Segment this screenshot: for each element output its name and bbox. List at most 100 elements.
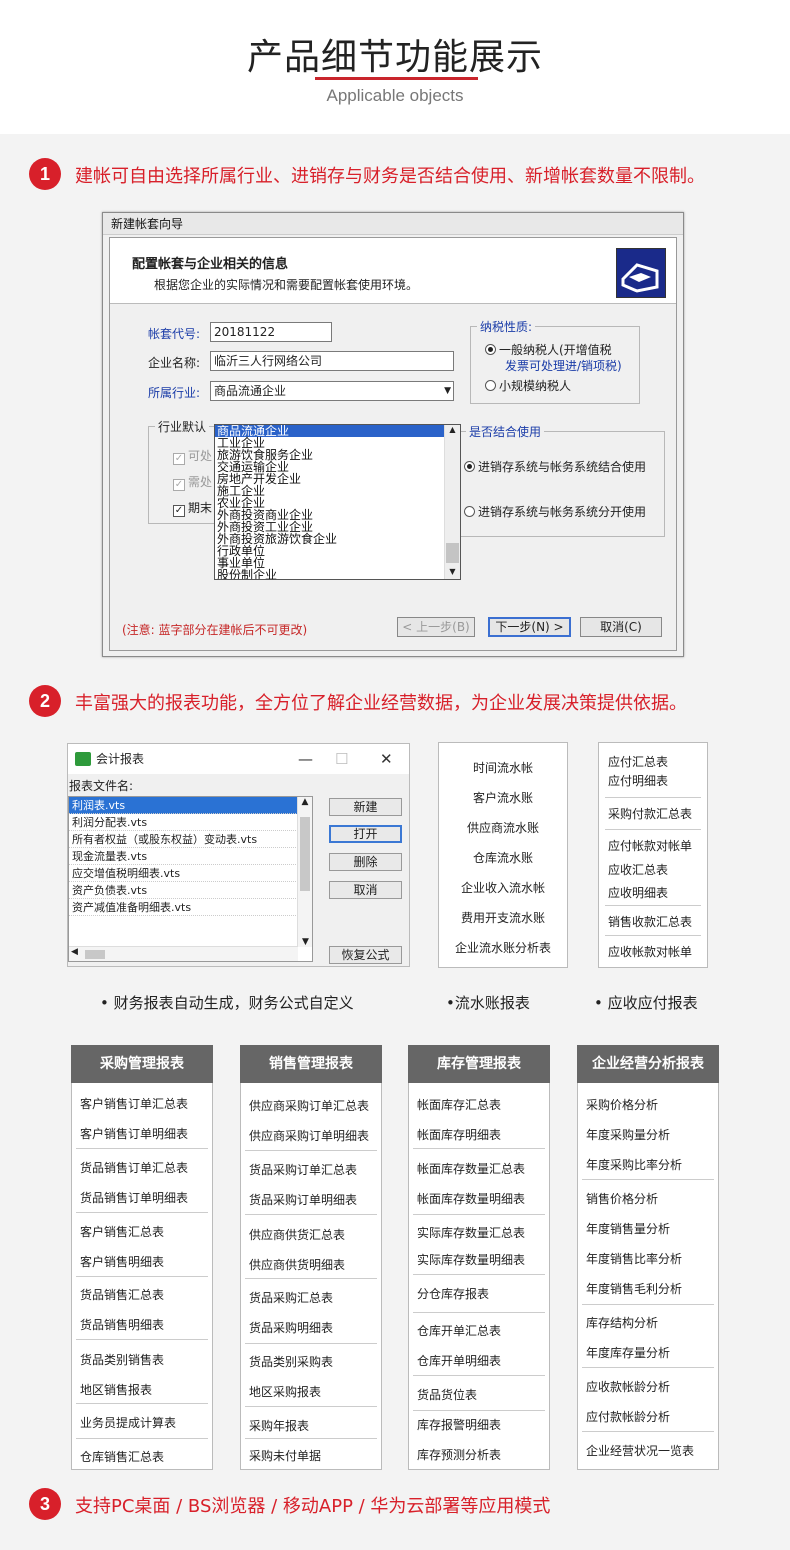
report-item[interactable]: 货品类别采购表 (249, 1353, 333, 1370)
scroll-up-icon[interactable]: ▲ (445, 425, 460, 437)
report-file-list[interactable]: 利润表.vts 利润分配表.vts 所有者权益（或股东权益）变动表.vts 现金流量表… (68, 796, 313, 962)
report-item[interactable]: 年度销售毛利分析 (586, 1280, 682, 1297)
report-item[interactable]: 仓库开单明细表 (417, 1352, 501, 1369)
report-item[interactable]: 货品货位表 (417, 1386, 477, 1403)
report-item[interactable]: 供应商供货汇总表 (249, 1226, 345, 1243)
report-item[interactable]: 库存报警明细表 (417, 1416, 501, 1433)
combine-off-radio[interactable]: 进销存系统与帐务系统分开使用 (464, 503, 646, 520)
open-button[interactable]: 打开 (329, 825, 402, 843)
report-item[interactable]: 业务员提成计算表 (80, 1414, 176, 1431)
report-item[interactable]: 帐面库存数量汇总表 (417, 1160, 525, 1177)
report-file-item[interactable]: 应交增值税明细表.vts (69, 865, 312, 882)
option-1-checkbox[interactable]: ✓ 可处 (173, 447, 212, 465)
report-item[interactable]: 货品采购订单明细表 (249, 1191, 357, 1208)
delete-button[interactable]: 删除 (329, 853, 402, 871)
report-item[interactable]: 应付款帐龄分析 (586, 1408, 670, 1425)
tax-small-radio[interactable]: 小规模纳税人 (485, 377, 571, 394)
report-item[interactable]: 实际库存数量汇总表 (417, 1224, 525, 1241)
report-item[interactable]: 客户销售明细表 (80, 1253, 164, 1270)
report-file-item[interactable]: 资产负债表.vts (69, 882, 312, 899)
report-item[interactable]: 货品类别销售表 (80, 1351, 164, 1368)
horizontal-scrollbar[interactable]: ◀ (69, 946, 298, 961)
scroll-down-icon[interactable]: ▼ (445, 567, 460, 579)
report-item[interactable]: 供应商供货明细表 (249, 1256, 345, 1273)
industry-option[interactable]: 股份制企业 (215, 569, 460, 579)
report-item[interactable]: 年度采购比率分析 (586, 1156, 682, 1173)
option-2-checkbox[interactable]: ✓ 需处 (173, 473, 212, 491)
ar-ap-report-item[interactable]: 应付帐款对帐单 (599, 837, 707, 854)
report-item[interactable]: 货品销售订单汇总表 (80, 1159, 188, 1176)
industry-select[interactable]: 商品流通企业 ▼ (210, 381, 454, 401)
report-file-item[interactable]: 资产减值准备明细表.vts (69, 899, 312, 916)
report-item[interactable]: 仓库开单汇总表 (417, 1322, 501, 1339)
report-file-item[interactable]: 利润表.vts (69, 797, 312, 814)
code-input[interactable]: 20181122 (210, 322, 332, 342)
report-item[interactable]: 帐面库存汇总表 (417, 1096, 501, 1113)
ar-ap-report-item[interactable]: 应收明细表 (599, 884, 707, 901)
scrollbar[interactable]: ▲ ▼ (297, 797, 312, 947)
report-item[interactable]: 供应商采购订单明细表 (249, 1127, 369, 1144)
scroll-thumb[interactable] (85, 950, 105, 959)
journal-report-item[interactable]: 时间流水帐 (439, 759, 567, 776)
ar-ap-report-item[interactable]: 应收帐款对帐单 (599, 943, 707, 960)
scroll-down-icon[interactable]: ▼ (298, 937, 312, 947)
report-item[interactable]: 货品销售明细表 (80, 1316, 164, 1333)
report-item[interactable]: 库存结构分析 (586, 1314, 658, 1331)
ar-ap-report-item[interactable]: 应付明细表 (599, 772, 707, 789)
journal-report-item[interactable]: 企业收入流水帐 (439, 879, 567, 896)
report-item[interactable]: 采购价格分析 (586, 1096, 658, 1113)
report-item[interactable]: 应收款帐龄分析 (586, 1378, 670, 1395)
report-item[interactable]: 销售价格分析 (586, 1190, 658, 1207)
report-item[interactable]: 地区销售报表 (80, 1381, 152, 1398)
report-item[interactable]: 客户销售汇总表 (80, 1223, 164, 1240)
report-item[interactable]: 年度销售量分析 (586, 1220, 670, 1237)
scroll-up-icon[interactable]: ▲ (298, 797, 312, 807)
minimize-icon[interactable]: — (298, 744, 313, 774)
report-item[interactable]: 货品采购汇总表 (249, 1289, 333, 1306)
option-3-checkbox[interactable]: ✓ 期末 (173, 499, 212, 517)
journal-report-item[interactable]: 费用开支流水账 (439, 909, 567, 926)
industry-dropdown-list[interactable]: 商品流通企业 工业企业 旅游饮食服务企业 交通运输企业 房地产开发企业 施工企业 农业企业外… (214, 424, 461, 580)
report-item[interactable]: 地区采购报表 (249, 1383, 321, 1400)
report-file-item[interactable]: 现金流量表.vts (69, 848, 312, 865)
report-item[interactable]: 年度销售比率分析 (586, 1250, 682, 1267)
maximize-icon[interactable]: ☐ (335, 744, 348, 774)
report-item[interactable]: 分仓库存报表 (417, 1285, 489, 1302)
ar-ap-report-item[interactable]: 销售收款汇总表 (599, 913, 707, 930)
ar-ap-report-item[interactable]: 应付汇总表 (599, 753, 707, 770)
journal-report-item[interactable]: 仓库流水账 (439, 849, 567, 866)
combine-on-radio[interactable]: 进销存系统与帐务系统结合使用 (464, 458, 646, 475)
cancel-button[interactable]: 取消(C) (580, 617, 662, 637)
cancel-button[interactable]: 取消 (329, 881, 402, 899)
report-item[interactable]: 供应商采购订单汇总表 (249, 1097, 369, 1114)
ar-ap-report-item[interactable]: 采购付款汇总表 (599, 805, 707, 822)
report-file-item[interactable]: 所有者权益（或股东权益）变动表.vts (69, 831, 312, 848)
report-item[interactable]: 实际库存数量明细表 (417, 1251, 525, 1268)
restore-formula-button[interactable]: 恢复公式 (329, 946, 402, 964)
report-item[interactable]: 年度库存量分析 (586, 1344, 670, 1361)
report-item[interactable]: 货品销售订单明细表 (80, 1189, 188, 1206)
report-item[interactable]: 年度采购量分析 (586, 1126, 670, 1143)
scroll-thumb[interactable] (446, 543, 459, 563)
report-item[interactable]: 客户销售订单汇总表 (80, 1095, 188, 1112)
next-button[interactable]: 下一步(N) > (488, 617, 571, 637)
report-item[interactable]: 货品采购订单汇总表 (249, 1161, 357, 1178)
close-icon[interactable]: ✕ (380, 744, 393, 774)
report-item[interactable]: 客户销售订单明细表 (80, 1125, 188, 1142)
report-item[interactable]: 货品销售汇总表 (80, 1286, 164, 1303)
chevron-down-icon[interactable]: ▼ (444, 382, 451, 400)
scroll-thumb[interactable] (300, 817, 310, 891)
report-file-item[interactable]: 利润分配表.vts (69, 814, 312, 831)
report-item[interactable]: 采购未付单据 (249, 1447, 321, 1464)
report-item[interactable]: 企业经营状况一览表 (586, 1442, 694, 1459)
scrollbar[interactable]: ▲ ▼ (444, 425, 460, 579)
journal-report-item[interactable]: 企业流水账分析表 (439, 939, 567, 956)
report-item[interactable]: 帐面库存明细表 (417, 1126, 501, 1143)
company-name-input[interactable]: 临沂三人行网络公司 (210, 351, 454, 371)
report-item[interactable]: 帐面库存数量明细表 (417, 1190, 525, 1207)
tax-general-radio[interactable]: 一般纳税人(开增值税 (485, 341, 612, 358)
prev-button[interactable]: < 上一步(B) (397, 617, 475, 637)
report-item[interactable]: 库存预测分析表 (417, 1446, 501, 1463)
scroll-left-icon[interactable]: ◀ (71, 947, 78, 957)
report-item[interactable]: 采购年报表 (249, 1417, 309, 1434)
